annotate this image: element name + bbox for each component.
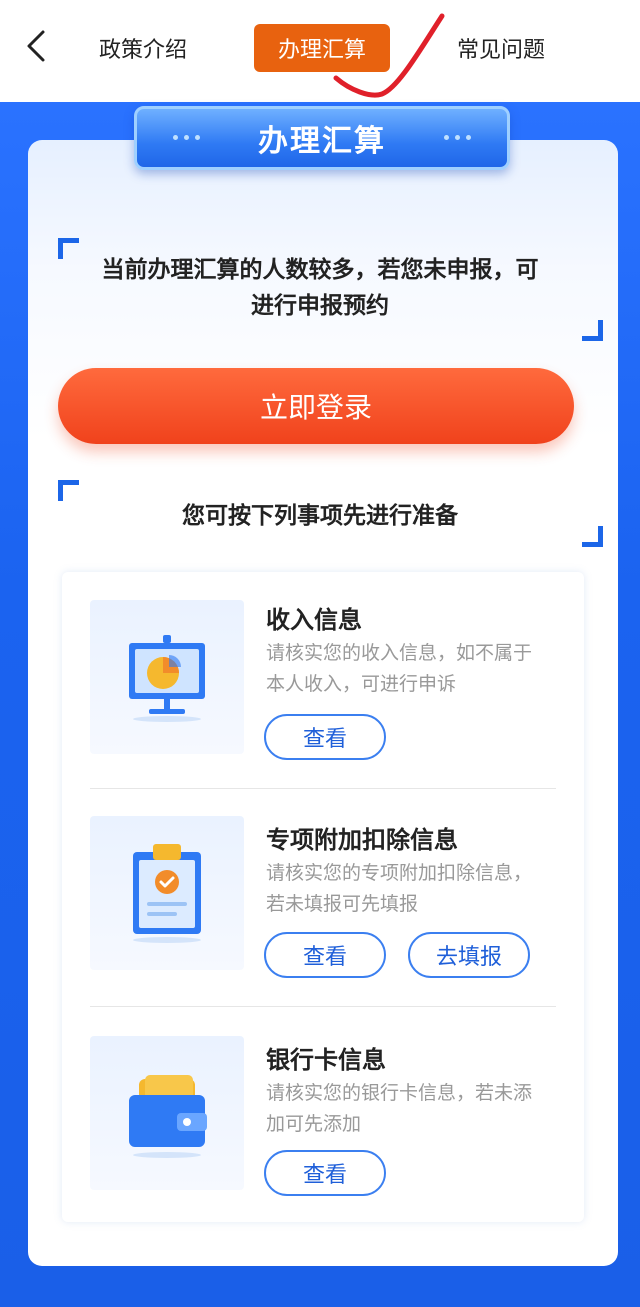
income-thumb [90,600,244,754]
view-bank-card-button[interactable]: 查看 [264,1150,386,1196]
tab-faq[interactable]: 常见问题 [444,24,558,72]
item-desc: 请核实您的收入信息，如不属于 本人收入，可进行申诉 [266,638,566,700]
notice-text: 当前办理汇算的人数较多，若您未申报，可 进行申报预约 [70,252,570,324]
banner-title: 办理汇算 [258,124,386,159]
item-desc-line: 加可先添加 [266,1113,362,1135]
tab-handle-settlement[interactable]: 办理汇算 [254,24,390,72]
back-button[interactable] [18,28,54,64]
top-nav-bar: 政策介绍 办理汇算 常见问题 [0,0,640,102]
item-desc-line: 请核实您的专项附加扣除信息， [266,862,533,884]
tab-policy-intro[interactable]: 政策介绍 [86,24,200,72]
item-desc-line: 请核实您的收入信息，如不属于 [266,642,533,664]
item-title: 收入信息 [266,606,362,634]
chevron-left-icon [27,30,45,62]
item-desc-line: 本人收入，可进行申诉 [266,673,457,695]
divider [90,788,556,789]
bank-card-thumb [90,1036,244,1190]
item-title: 银行卡信息 [266,1046,386,1074]
login-button[interactable]: 立即登录 [58,368,574,444]
card-banner: 办理汇算 [134,106,510,170]
view-income-button[interactable]: 查看 [264,714,386,760]
deduction-thumb [90,816,244,970]
divider [90,1006,556,1007]
item-desc: 请核实您的专项附加扣除信息， 若未填报可先填报 [266,858,566,920]
item-desc: 请核实您的银行卡信息，若未添 加可先添加 [266,1078,566,1140]
fill-deduction-button[interactable]: 去填报 [408,932,530,978]
bracket-corner-bottom-right [582,526,603,547]
view-deduction-button[interactable]: 查看 [264,932,386,978]
item-desc-line: 请核实您的银行卡信息，若未添 [266,1082,533,1104]
wallet-icon [129,1075,207,1158]
item-desc-line: 若未填报可先填报 [266,893,419,915]
prep-items-panel: 收入信息 请核实您的收入信息，如不属于 本人收入，可进行申诉 查看 专项附加扣除… [62,572,584,1222]
prep-title: 您可按下列事项先进行准备 [182,503,458,529]
presentation-chart-icon [129,635,205,722]
bracket-corner-bottom-right [582,320,603,341]
banner-dots-left [173,135,200,140]
notice-line-2: 进行申报预约 [251,293,389,319]
item-title: 专项附加扣除信息 [266,826,458,854]
bracket-corner-top-left [58,480,79,501]
banner-dots-right [444,135,471,140]
notice-line-1: 当前办理汇算的人数较多，若您未申报，可 [101,257,539,283]
clipboard-check-icon [133,844,201,943]
